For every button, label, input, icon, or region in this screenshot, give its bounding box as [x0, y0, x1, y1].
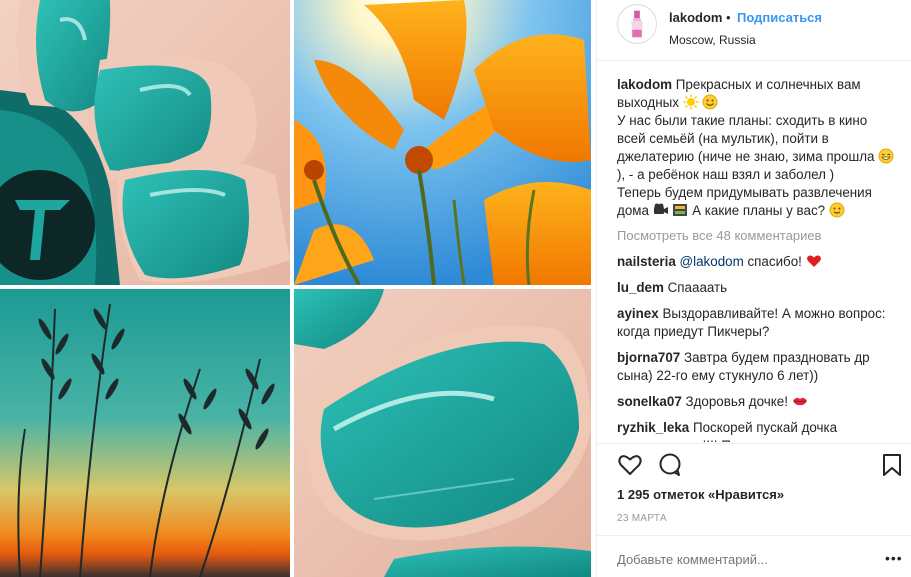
likes-count[interactable]: 1 295 отметок «Нравится»	[617, 487, 784, 502]
slight-smile-emoji-icon	[829, 202, 845, 218]
caption-username[interactable]: lakodom	[617, 77, 672, 92]
heart-outline-icon[interactable]	[617, 452, 643, 478]
follow-button[interactable]: Подписаться	[737, 10, 822, 25]
more-options-button[interactable]: •••	[885, 550, 903, 566]
comment-username[interactable]: ryzhik_leka	[617, 420, 689, 435]
post-image-collage[interactable]	[0, 0, 591, 577]
red-heart-emoji-icon	[806, 255, 821, 267]
comments-list[interactable]: lakodom Прекрасных и солнечных вам выход…	[617, 76, 897, 442]
caption-text-line2: У нас были такие планы: сходить в кино в…	[617, 113, 875, 164]
comment-item: ayinex Выздоравливайте! А можно вопрос: …	[617, 305, 897, 341]
header-separator: •	[726, 10, 731, 25]
film-emoji-icon	[673, 204, 688, 216]
comment-username[interactable]: nailsteria	[617, 254, 676, 269]
post-header: lakodom • Подписаться Moscow, Russia	[617, 4, 897, 64]
comment-mention[interactable]: @lakodom	[680, 254, 744, 269]
post-date[interactable]: 23 МАРТА	[617, 513, 667, 524]
comment-text: Спаааать	[667, 280, 728, 295]
post-location[interactable]: Moscow, Russia	[669, 33, 756, 47]
comment-username[interactable]: ayinex	[617, 306, 659, 321]
comment-text: спасибо!	[743, 254, 802, 269]
sun-emoji-icon	[683, 94, 699, 110]
lips-emoji-icon	[792, 397, 807, 406]
bookmark-icon[interactable]	[879, 452, 905, 478]
post-caption: lakodom Прекрасных и солнечных вам выход…	[617, 76, 897, 220]
photo-orange-poppies-sky	[294, 0, 591, 285]
comments-divider	[597, 443, 911, 444]
header-divider	[597, 60, 911, 61]
author-username[interactable]: lakodom	[669, 10, 722, 25]
comment-item: ryzhik_leka Поскорей пускай дочка поправ…	[617, 419, 897, 442]
avatar[interactable]	[617, 4, 657, 44]
caption-text-line3b: А какие планы у вас?	[692, 203, 826, 218]
caption-text-line2b: ), - а ребёнок наш взял и заболел )	[617, 167, 835, 182]
comment-username[interactable]: sonelka07	[617, 394, 682, 409]
comment-username[interactable]: lu_dem	[617, 280, 664, 295]
comment-username[interactable]: bjorna707	[617, 350, 680, 365]
grin-emoji-icon	[878, 148, 894, 164]
smile-emoji-icon	[702, 94, 718, 110]
photo-grass-sunset	[0, 289, 290, 577]
comment-item: lu_dem Спаааать	[617, 279, 897, 297]
comment-item: bjorna707 Завтра будем праздновать др сы…	[617, 349, 897, 385]
photo-teal-nail-closeup	[294, 289, 591, 577]
photo-teal-nails-bottle	[0, 0, 290, 285]
view-all-comments-link[interactable]: Посмотреть все 48 комментариев	[617, 227, 897, 245]
add-comment-input[interactable]	[617, 552, 847, 567]
speech-bubble-icon[interactable]	[657, 452, 683, 478]
camera-emoji-icon	[653, 203, 668, 214]
post-details-panel: lakodom • Подписаться Moscow, Russia lak…	[596, 0, 911, 577]
date-divider	[597, 535, 911, 536]
comment-text: Здоровья дочке!	[685, 394, 788, 409]
comment-item: nailsteria @lakodom спасибо!	[617, 253, 897, 271]
comment-item: sonelka07 Здоровья дочке!	[617, 393, 897, 411]
action-bar	[617, 452, 901, 478]
